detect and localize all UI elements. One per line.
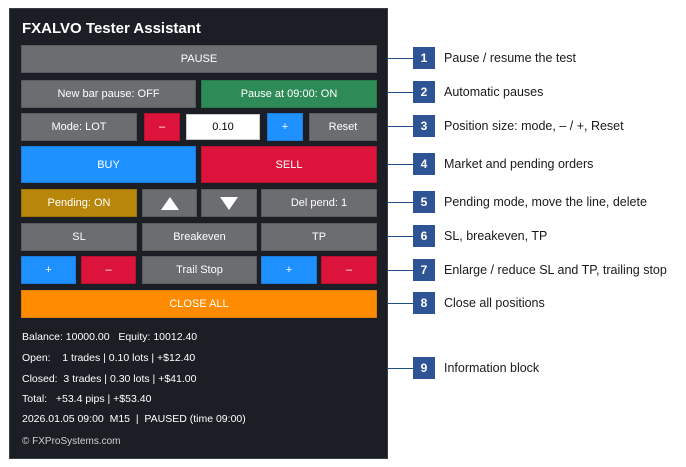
pause-at-time-toggle[interactable]: Pause at 09:00: ON <box>201 80 377 108</box>
buy-button[interactable]: BUY <box>21 146 196 183</box>
callout-connector <box>388 236 413 237</box>
arrow-down-icon <box>220 196 238 210</box>
mode-button[interactable]: Mode: LOT <box>21 113 137 141</box>
close-all-button[interactable]: CLOSE ALL <box>21 290 377 318</box>
callout-connector <box>388 126 413 127</box>
line-up-button[interactable] <box>142 189 197 217</box>
tester-assistant-panel: FXALVO Tester Assistant PAUSE New bar pa… <box>9 8 388 459</box>
tp-button[interactable]: TP <box>261 223 377 251</box>
callout-badge-2: 2 <box>413 81 435 103</box>
lot-size-input[interactable] <box>186 114 260 140</box>
reset-button[interactable]: Reset <box>309 113 377 141</box>
arrow-up-icon <box>160 196 179 210</box>
callout-badge-1: 1 <box>413 47 435 69</box>
pause-button[interactable]: PAUSE <box>21 45 377 73</box>
panel-title: FXALVO Tester Assistant <box>22 20 201 37</box>
sl-reduce-button[interactable]: – <box>81 256 136 284</box>
new-bar-pause-toggle[interactable]: New bar pause: OFF <box>21 80 196 108</box>
callout-text-4: Market and pending orders <box>444 157 594 171</box>
callout-badge-5: 5 <box>413 191 435 213</box>
status-line: 2026.01.05 09:00 M15 | PAUSED (time 09:0… <box>22 413 246 425</box>
trail-stop-button[interactable]: Trail Stop <box>142 256 257 284</box>
callout-connector <box>388 303 413 304</box>
callout-text-7: Enlarge / reduce SL and TP, trailing sto… <box>444 263 667 277</box>
open-line: Open: 1 trades | 0.10 lots | +$12.40 <box>22 352 196 364</box>
callout-text-1: Pause / resume the test <box>444 51 577 65</box>
callout-text-8: Close all positions <box>444 296 545 310</box>
callout-text-3: Position size: mode, – / +, Reset <box>444 119 624 133</box>
lot-increase-button[interactable]: + <box>267 113 303 141</box>
pending-mode-toggle[interactable]: Pending: ON <box>21 189 137 217</box>
callout-badge-7: 7 <box>413 259 435 281</box>
callout-connector <box>388 368 413 369</box>
tp-reduce-button[interactable]: – <box>321 256 377 284</box>
callout-connector <box>388 164 413 165</box>
callout-badge-9: 9 <box>413 357 435 379</box>
line-down-button[interactable] <box>201 189 257 217</box>
callout-connector <box>388 58 413 59</box>
callout-badge-4: 4 <box>413 153 435 175</box>
total-line: Total: +53.4 pips | +$53.40 <box>22 393 152 405</box>
copyright-text: © FXProSystems.com <box>22 436 121 447</box>
closed-line: Closed: 3 trades | 0.30 lots | +$41.00 <box>22 373 197 385</box>
callout-badge-3: 3 <box>413 115 435 137</box>
sl-enlarge-button[interactable]: + <box>21 256 76 284</box>
delete-pending-button[interactable]: Del pend: 1 <box>261 189 377 217</box>
breakeven-button[interactable]: Breakeven <box>142 223 257 251</box>
callout-text-5: Pending mode, move the line, delete <box>444 195 647 209</box>
callout-connector <box>388 202 413 203</box>
callout-connector <box>388 270 413 271</box>
callout-text-6: SL, breakeven, TP <box>444 229 548 243</box>
sell-button[interactable]: SELL <box>201 146 377 183</box>
sl-button[interactable]: SL <box>21 223 137 251</box>
lot-decrease-button[interactable]: – <box>144 113 180 141</box>
callout-text-9: Information block <box>444 361 540 375</box>
callout-connector <box>388 92 413 93</box>
tp-enlarge-button[interactable]: + <box>261 256 317 284</box>
balance-line: Balance: 10000.00 Equity: 10012.40 <box>22 331 198 343</box>
callout-badge-6: 6 <box>413 225 435 247</box>
callout-text-2: Automatic pauses <box>444 85 544 99</box>
callout-badge-8: 8 <box>413 292 435 314</box>
